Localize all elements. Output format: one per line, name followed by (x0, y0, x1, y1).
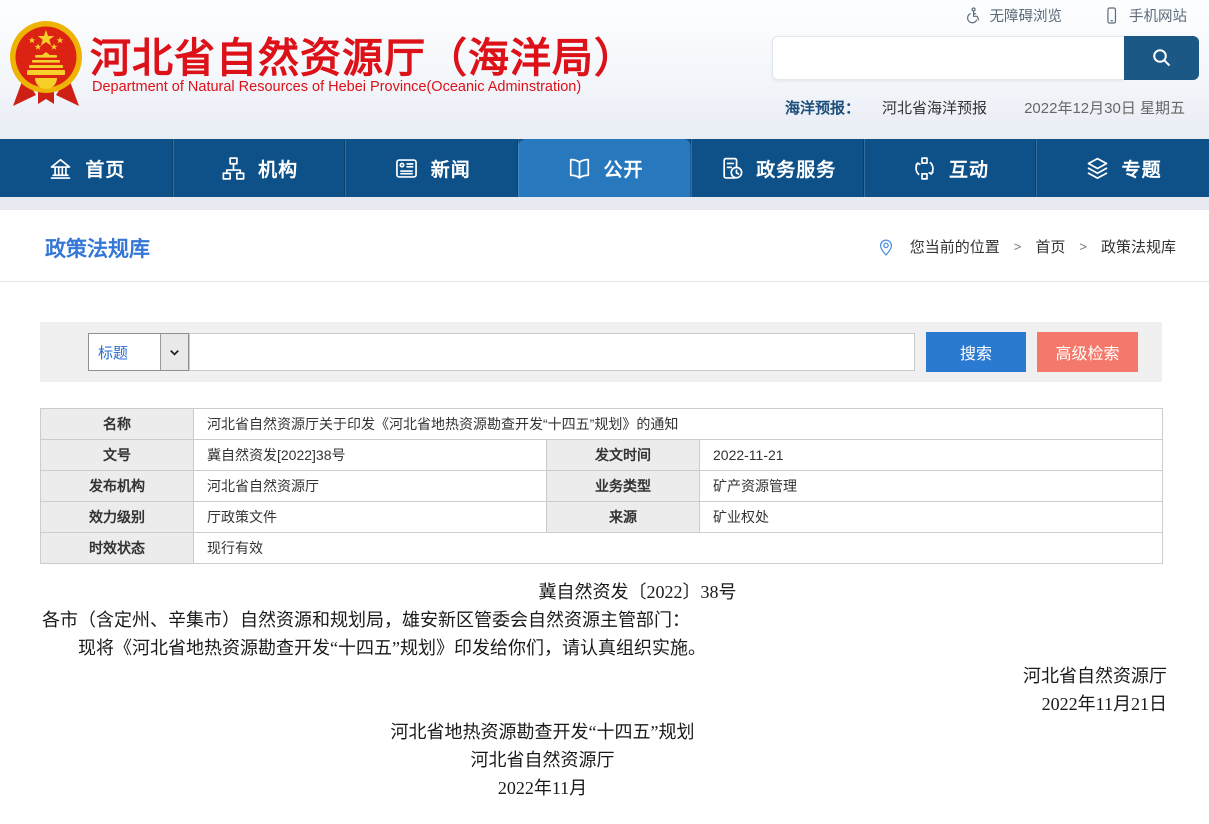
meta-label: 文号 (41, 440, 194, 471)
search-button[interactable]: 搜索 (926, 332, 1026, 372)
nav-item-label: 互动 (949, 155, 989, 182)
table-row: 时效状态 现行有效 (41, 533, 1163, 564)
page: 河北省自然资源厅（海洋局） Department of Natural Reso… (0, 0, 1209, 824)
plan-date: 2022年11月 (42, 774, 1167, 802)
document-paragraph: 现将《河北省地热资源勘查开发“十四五”规划》印发给你们，请认真组织实施。 (42, 634, 1167, 662)
advanced-search-button[interactable]: 高级检索 (1037, 332, 1138, 372)
meta-value: 冀自然资发[2022]38号 (194, 440, 547, 471)
meta-value: 2022-11-21 (700, 440, 1163, 471)
open-book-icon (566, 155, 593, 182)
meta-label: 时效状态 (41, 533, 194, 564)
meta-label: 业务类型 (547, 471, 700, 502)
policy-search-panel: 标题 搜索 高级检索 (40, 322, 1162, 382)
meta-label: 发文时间 (547, 440, 700, 471)
plan-title: 河北省地热资源勘查开发“十四五”规划 (42, 718, 1167, 746)
accessibility-label: 无障碍浏览 (990, 5, 1063, 26)
search-field-select[interactable]: 标题 (88, 333, 189, 371)
document-salutation: 各市（含定州、辛集市）自然资源和规划局，雄安新区管委会自然资源主管部门： (42, 606, 1167, 634)
nav-item-label: 新闻 (431, 155, 471, 182)
main-content: 标题 搜索 高级检索 名称 河北省自然资源厅关于印发《河北省地热资源勘查开发“十… (0, 282, 1209, 824)
nav-item-label: 机构 (258, 155, 298, 182)
document-meta-table: 名称 河北省自然资源厅关于印发《河北省地热资源勘查开发“十四五”规划》的通知 文… (40, 408, 1163, 564)
table-row: 效力级别 厅政策文件 来源 矿业权处 (41, 502, 1163, 533)
table-row: 名称 河北省自然资源厅关于印发《河北省地热资源勘查开发“十四五”规划》的通知 (41, 409, 1163, 440)
document-clock-icon (718, 155, 745, 182)
plan-org: 河北省自然资源厅 (42, 746, 1167, 774)
national-emblem-logo (8, 16, 84, 110)
location-pin-icon (876, 237, 896, 257)
search-field-selected-value: 标题 (89, 334, 160, 370)
meta-value: 现行有效 (194, 533, 1163, 564)
layers-icon (1084, 155, 1111, 182)
header-top-links: 无障碍浏览 手机网站 (963, 5, 1188, 26)
meta-label: 发布机构 (41, 471, 194, 502)
site-subtitle: Department of Natural Resources of Hebei… (92, 79, 581, 95)
forecast-row: 海洋预报： 河北省海洋预报 2022年12月30日 星期五 (785, 97, 1185, 118)
meta-value: 矿业权处 (700, 502, 1163, 533)
home-icon (47, 155, 74, 182)
nav-item-services[interactable]: 政务服务 (691, 139, 864, 197)
breadcrumb-home-link[interactable]: 首页 (1035, 236, 1065, 257)
header-search-input[interactable] (772, 36, 1124, 80)
document-body: 冀自然资发〔2022〕38号 各市（含定州、辛集市）自然资源和规划局，雄安新区管… (42, 578, 1167, 802)
accessibility-icon (963, 6, 982, 25)
document-signature-date: 2022年11月21日 (42, 690, 1167, 718)
main-nav: 首页 机构 新闻 公开 政务服务 (0, 139, 1209, 197)
breadcrumb-bar: 政策法规库 您当前的位置 > 首页 > 政策法规库 (0, 210, 1209, 282)
breadcrumb-location-label: 您当前的位置 (910, 236, 1000, 257)
site-title: 河北省自然资源厅（海洋局） (90, 24, 636, 84)
meta-value: 河北省自然资源厅 (194, 471, 547, 502)
meta-value: 矿产资源管理 (700, 471, 1163, 502)
header-search (772, 36, 1199, 80)
nav-item-org[interactable]: 机构 (173, 139, 346, 197)
chevron-down-icon (160, 334, 188, 370)
newspaper-icon (393, 155, 420, 182)
mobile-site-label: 手机网站 (1129, 5, 1187, 26)
nav-item-news[interactable]: 新闻 (345, 139, 518, 197)
interaction-arrows-icon (911, 155, 938, 182)
header-search-button[interactable] (1124, 36, 1199, 80)
org-chart-icon (220, 155, 247, 182)
accessibility-link[interactable]: 无障碍浏览 (963, 5, 1063, 26)
breadcrumb-separator: > (1079, 239, 1087, 254)
meta-value: 河北省自然资源厅关于印发《河北省地热资源勘查开发“十四五”规划》的通知 (194, 409, 1163, 440)
nav-item-label: 公开 (604, 155, 644, 182)
breadcrumb-separator: > (1014, 239, 1022, 254)
document-signature-org: 河北省自然资源厅 (42, 662, 1167, 690)
meta-label: 来源 (547, 502, 700, 533)
breadcrumb: 您当前的位置 > 首页 > 政策法规库 (876, 236, 1176, 257)
nav-item-topics[interactable]: 专题 (1036, 139, 1209, 197)
divider-strip (0, 197, 1209, 210)
table-row: 文号 冀自然资发[2022]38号 发文时间 2022-11-21 (41, 440, 1163, 471)
nav-item-label: 首页 (85, 155, 125, 182)
forecast-link[interactable]: 河北省海洋预报 (882, 97, 987, 118)
meta-label: 名称 (41, 409, 194, 440)
mobile-phone-icon (1102, 6, 1121, 25)
meta-value: 厅政策文件 (194, 502, 547, 533)
nav-item-home[interactable]: 首页 (0, 139, 173, 197)
nav-item-public[interactable]: 公开 (518, 139, 691, 197)
nav-item-label: 政务服务 (756, 155, 836, 182)
policy-search-input[interactable] (189, 333, 915, 371)
document-number-line: 冀自然资发〔2022〕38号 (42, 578, 1167, 606)
table-row: 发布机构 河北省自然资源厅 业务类型 矿产资源管理 (41, 471, 1163, 502)
nav-item-interact[interactable]: 互动 (864, 139, 1037, 197)
header-date: 2022年12月30日 星期五 (1024, 97, 1185, 118)
meta-label: 效力级别 (41, 502, 194, 533)
search-icon (1150, 46, 1174, 70)
breadcrumb-current: 政策法规库 (1101, 236, 1176, 257)
site-header: 河北省自然资源厅（海洋局） Department of Natural Reso… (0, 0, 1209, 139)
nav-item-label: 专题 (1122, 155, 1162, 182)
page-title: 政策法规库 (45, 233, 150, 263)
forecast-label: 海洋预报： (785, 97, 860, 118)
mobile-site-link[interactable]: 手机网站 (1102, 5, 1187, 26)
